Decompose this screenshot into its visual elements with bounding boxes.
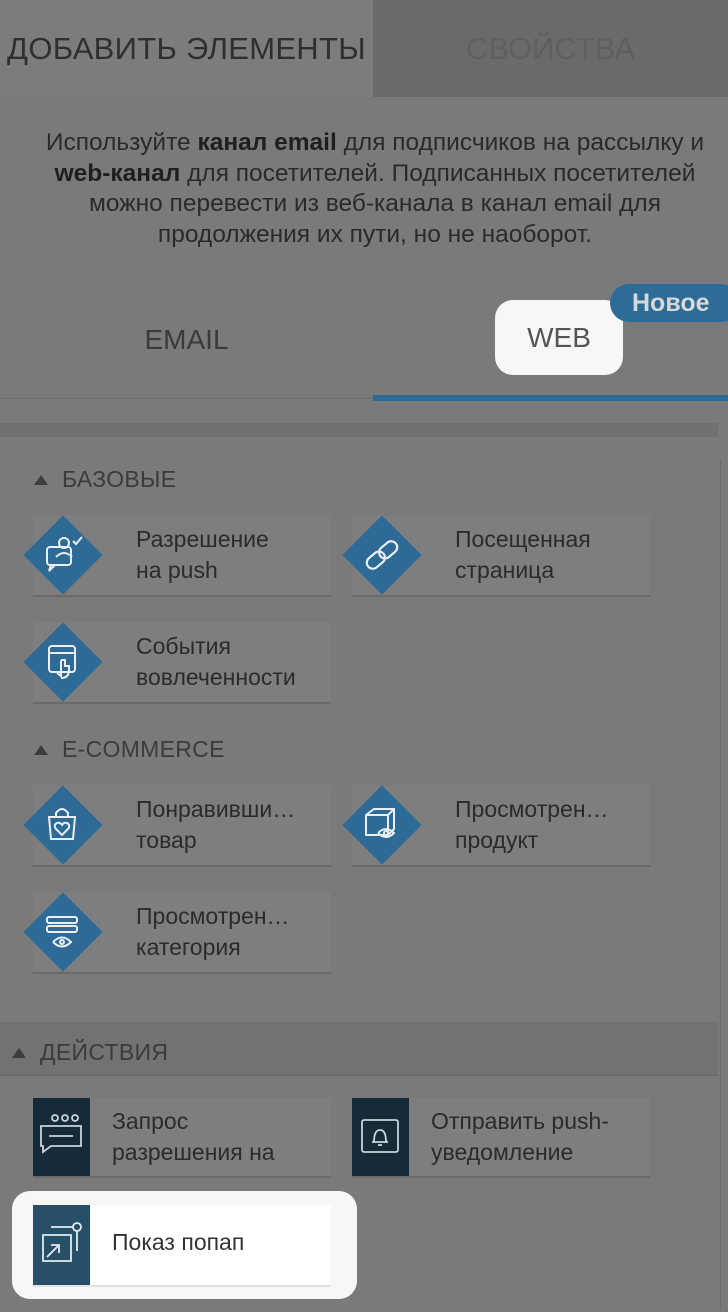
element-label-line: вовлеченности (136, 664, 296, 690)
channel-hint-text: Используйте канал email для подписчиков … (30, 128, 720, 250)
hint-text-part: для посетителей. Подписанных посетителей… (89, 159, 696, 248)
element-label: Просмотрен… продукт (455, 794, 645, 856)
action-label-line: уведомление (431, 1139, 574, 1165)
element-label-line: категория (136, 934, 241, 960)
hint-text-part: для подписчиков на рассылку и (336, 129, 705, 156)
action-label-line: разрешения на (112, 1139, 275, 1165)
action-push-permission-request[interactable]: Запрос разрешения на (33, 1098, 331, 1176)
tab-properties[interactable]: СВОЙСТВА (373, 0, 728, 97)
engagement-icon (23, 622, 103, 702)
section-title: БАЗОВЫЕ (62, 466, 177, 492)
push-permission-icon (23, 515, 103, 595)
element-liked-product[interactable]: Понравивши… товар (23, 785, 331, 865)
collapse-triangle-icon (34, 474, 48, 485)
section-header-actions[interactable]: ДЕЙСТВИЯ (12, 1039, 168, 1066)
link-icon (342, 515, 422, 595)
element-label: Посещенная страница (455, 524, 645, 586)
element-label: События вовлеченности (136, 631, 326, 693)
element-label-line: Посещенная (455, 526, 591, 552)
element-label-line: на push (136, 557, 218, 583)
channel-tab-email[interactable]: EMAIL (0, 300, 373, 380)
list-eye-icon (23, 892, 103, 972)
popup-icon (42, 1222, 82, 1262)
hint-web-channel: web-канал (54, 159, 181, 187)
section-header-basic[interactable]: БАЗОВЫЕ (34, 466, 176, 493)
element-label: Просмотрен… категория (136, 901, 326, 963)
box-eye-icon (342, 785, 422, 865)
element-push-permission[interactable]: Разрешение на push (23, 515, 331, 595)
action-label: Запрос разрешения на (112, 1106, 327, 1168)
section-title: ДЕЙСТВИЯ (40, 1039, 169, 1065)
action-label: Отправить push-уведомление (431, 1106, 646, 1168)
action-send-push[interactable]: Отправить push-уведомление (352, 1098, 650, 1176)
element-viewed-product[interactable]: Просмотрен… продукт (342, 785, 650, 865)
action-icon-box (33, 1205, 90, 1285)
element-label-line: Просмотрен… (136, 903, 290, 929)
action-icon-box (33, 1098, 90, 1176)
element-label-line: События (136, 633, 231, 659)
action-label-line: Запрос (112, 1108, 189, 1134)
element-label-line: страница (455, 557, 555, 583)
channel-divider (0, 398, 373, 399)
section-title: E-COMMERCE (62, 736, 225, 762)
element-visited-page[interactable]: Посещенная страница (342, 515, 650, 595)
element-engagement-events[interactable]: События вовлеченности (23, 622, 331, 702)
collapse-triangle-icon (34, 744, 48, 755)
channel-active-indicator (373, 395, 728, 401)
action-label-line: Отправить push- (431, 1108, 609, 1134)
channel-tab-web[interactable]: WEB (495, 300, 623, 375)
hint-text-part: Используйте (45, 129, 198, 156)
element-label: Понравивши… товар (136, 794, 326, 856)
new-badge: Новое (610, 284, 728, 322)
chat-request-icon (40, 1114, 82, 1154)
hint-email-channel: канал email (197, 129, 337, 156)
collapse-triangle-icon (12, 1047, 26, 1058)
bag-heart-icon (23, 785, 103, 865)
element-label-line: Понравивши… (136, 796, 296, 822)
action-icon-box (352, 1098, 409, 1176)
scrollbar[interactable] (720, 460, 726, 1310)
element-label: Разрешение на push (136, 524, 326, 586)
element-label-line: товар (136, 827, 197, 853)
element-label-line: продукт (455, 827, 539, 853)
element-label-line: Просмотрен… (455, 796, 609, 822)
element-viewed-category[interactable]: Просмотрен… категория (23, 892, 331, 972)
section-header-ecommerce[interactable]: E-COMMERCE (34, 736, 225, 763)
action-show-popup[interactable]: Показ попап (33, 1205, 331, 1285)
action-label: Показ попап (112, 1229, 245, 1255)
top-tabs: ДОБАВИТЬ ЭЛЕМЕНТЫ СВОЙСТВА (0, 0, 728, 97)
element-label-line: Разрешение (136, 526, 269, 552)
tab-add-elements[interactable]: ДОБАВИТЬ ЭЛЕМЕНТЫ (0, 0, 373, 97)
bell-window-icon (361, 1119, 399, 1153)
